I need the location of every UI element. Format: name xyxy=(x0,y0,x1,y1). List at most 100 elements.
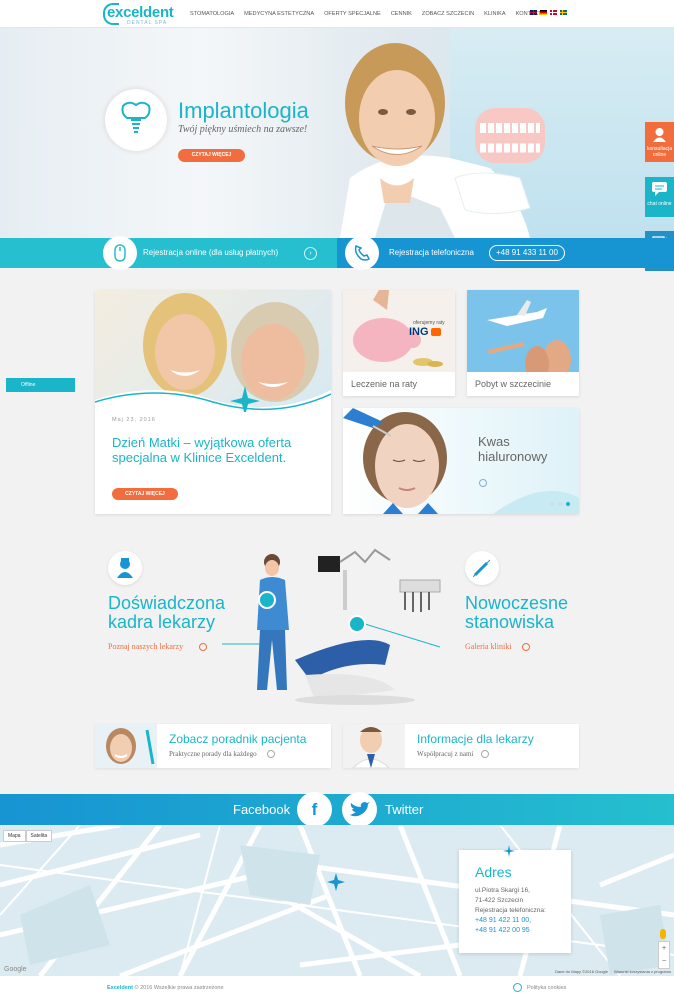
map-zoom-control[interactable]: + − xyxy=(658,941,670,969)
flag-dk-icon[interactable] xyxy=(550,10,557,15)
twitter-bird-icon xyxy=(349,802,370,817)
stations-icon-circle xyxy=(465,551,499,585)
slider-dot[interactable] xyxy=(550,502,554,506)
address-phone-label: Rejestracja telefoniczna: xyxy=(475,907,546,914)
mouse-icon-circle xyxy=(103,236,137,270)
stay-in-szczecin-card[interactable]: Pobyt w szczecinie xyxy=(467,290,579,396)
footer-copyright: Exceldent © 2016 Wszelkie prawa zastrzeż… xyxy=(107,985,224,991)
location-marker-icon xyxy=(327,873,345,891)
hyaluronic-title: Kwas hialuronowy xyxy=(478,434,548,464)
online-registration-arrow-icon[interactable]: › xyxy=(304,247,317,260)
consultation-online-label: konsultacja online xyxy=(646,146,672,158)
flag-se-icon[interactable] xyxy=(560,10,567,15)
address-phone-1[interactable]: +48 91 422 11 00, xyxy=(475,917,531,924)
location-map[interactable]: Mapa Satelita Adres ul.Piotra Skargi 16,… xyxy=(0,825,674,976)
stations-headline: Nowoczesne stanowiska xyxy=(465,593,569,632)
nav-cennik[interactable]: CENNIK xyxy=(391,11,412,17)
registration-bar: Rejestracja online (dla usług płatnych) … xyxy=(0,236,674,270)
stay-label: Pobyt w szczecinie xyxy=(475,379,552,389)
doctors-info-title: Informacje dla lekarzy xyxy=(417,732,534,746)
nav-klinika[interactable]: KLINIKA xyxy=(484,11,505,17)
slider-dot[interactable] xyxy=(558,502,562,506)
offline-chat-tab[interactable]: Offline xyxy=(6,378,75,392)
consultation-online-tab[interactable]: konsultacja online xyxy=(645,122,674,162)
facebook-label[interactable]: Facebook xyxy=(233,802,290,817)
address-street: ul.Piotra Skargi 16, xyxy=(475,887,530,894)
installments-label: Leczenie na raty xyxy=(351,379,418,389)
nav-medycyna-estetyczna[interactable]: MEDYCYNA ESTETYCZNA xyxy=(244,11,314,17)
hero-dentist-image xyxy=(340,43,545,238)
smiling-patient-image xyxy=(95,724,157,768)
staff-link-arrow-icon[interactable] xyxy=(199,643,207,651)
hero-slider: Implantologia Twój piękny uśmiech na zaw… xyxy=(0,28,674,238)
footer-brand[interactable]: Exceldent xyxy=(107,985,133,991)
mouse-icon xyxy=(114,244,126,262)
footer: Exceldent © 2016 Wszelkie prawa zastrzeż… xyxy=(0,976,674,1000)
stations-link-arrow-icon[interactable] xyxy=(522,643,530,651)
star-marker-icon xyxy=(503,845,515,857)
news-card[interactable]: Maj 23, 2016 Dzień Matki – wyjątkowa ofe… xyxy=(94,290,332,514)
patient-guide-title: Zobacz poradnik pacjenta xyxy=(169,732,307,746)
patient-guide-arrow-icon[interactable] xyxy=(267,750,275,758)
slider-dot[interactable] xyxy=(566,502,570,506)
hero-title: Implantologia xyxy=(178,98,309,123)
chat-bubble-icon xyxy=(652,182,667,196)
language-flags xyxy=(530,10,567,15)
ing-lion-icon xyxy=(431,328,441,336)
twitter-label[interactable]: Twitter xyxy=(385,802,423,817)
social-bar: Facebook f Twitter xyxy=(0,792,674,827)
stations-link[interactable]: Galeria kliniki xyxy=(465,642,511,651)
staff-link[interactable]: Poznaj naszych lekarzy xyxy=(108,642,183,651)
cookie-icon xyxy=(513,983,522,992)
map-data-copyright: Dane do Mapy ©2016 Google xyxy=(555,969,608,974)
doctors-info-sub: Współpracuj z nami xyxy=(417,750,474,758)
hero-subtitle: Twój piękny uśmiech na zawsze! xyxy=(178,124,308,135)
patient-guide-tile[interactable]: Zobacz poradnik pacjenta Praktyczne pora… xyxy=(95,724,331,768)
logo[interactable]: exceldent DENTAL SPA xyxy=(103,1,175,27)
chat-online-tab[interactable]: chat online xyxy=(645,177,674,217)
map-terms-link[interactable]: Warunki korzystania z programu xyxy=(614,969,671,974)
logo-tagline: DENTAL SPA xyxy=(127,20,168,26)
doctors-info-tile[interactable]: Informacje dla lekarzy Współpracuj z nam… xyxy=(343,724,579,768)
news-title[interactable]: Dzień Matki – wyjątkowa oferta specjalna… xyxy=(112,435,322,465)
map-type-satellite[interactable]: Satelita xyxy=(25,830,53,842)
nav-zobacz-szczecin[interactable]: ZOBACZ SZCZECIN xyxy=(422,11,474,17)
news-read-more-button[interactable]: CZYTAJ WIĘCEJ xyxy=(112,488,178,500)
footer-copy-text: © 2016 Wszelkie prawa zastrzeżone xyxy=(134,985,224,991)
doctor-icon xyxy=(653,128,666,142)
news-date: Maj 23, 2016 xyxy=(112,417,156,423)
hyaluronic-arrow-icon[interactable] xyxy=(479,479,487,487)
phone-number[interactable]: +48 91 433 11 00 xyxy=(489,245,565,261)
tooth-implant-icon xyxy=(121,101,151,133)
street-view-pegman-icon[interactable] xyxy=(660,929,666,939)
staff-icon-circle xyxy=(108,551,142,585)
doctor-portrait-image xyxy=(343,724,405,768)
patient-guide-sub: Praktyczne porady dla każdego xyxy=(169,750,257,758)
doctors-info-arrow-icon[interactable] xyxy=(481,750,489,758)
cookies-policy-link[interactable]: Polityka cookies xyxy=(527,985,566,991)
address-title: Adres xyxy=(475,864,512,880)
main-nav: STOMATOLOGIA MEDYCYNA ESTETYCZNA OFERTY … xyxy=(190,11,552,17)
online-registration-label[interactable]: Rejestracja online (dla usług płatnych) xyxy=(143,248,278,257)
twitter-icon[interactable] xyxy=(342,792,377,827)
nav-stomatologia[interactable]: STOMATOLOGIA xyxy=(190,11,234,17)
address-city: 71-422 Szczecin xyxy=(475,897,524,904)
address-phone-2[interactable]: +48 91 422 00 95 xyxy=(475,927,530,934)
page: { "logo": {"name": "exceldent", "tagline… xyxy=(0,0,674,1000)
flag-en-icon[interactable] xyxy=(530,10,537,15)
hero-read-more-button[interactable]: CZYTAJ WIĘCEJ xyxy=(178,149,245,162)
flag-de-icon[interactable] xyxy=(540,10,547,15)
installments-card[interactable]: oferujemy raty ING Leczenie na raty xyxy=(343,290,455,396)
phone-icon xyxy=(354,244,371,261)
mother-daughter-image xyxy=(94,293,332,416)
travel-image xyxy=(467,290,579,382)
header: exceldent DENTAL SPA STOMATOLOGIA MEDYCY… xyxy=(0,0,674,28)
promo-slider-dots xyxy=(550,502,570,506)
address-box: Adres ul.Piotra Skargi 16, 71-422 Szczec… xyxy=(459,845,571,953)
map-type-map[interactable]: Mapa xyxy=(3,830,26,842)
facebook-icon[interactable]: f xyxy=(297,792,332,827)
hyaluronic-acid-card[interactable]: Kwas hialuronowy xyxy=(343,408,579,514)
dentist-chair-image xyxy=(222,548,441,705)
nav-oferty-specjalne[interactable]: OFERTY SPECJALNE xyxy=(324,11,381,17)
syringe-icon xyxy=(473,559,491,577)
